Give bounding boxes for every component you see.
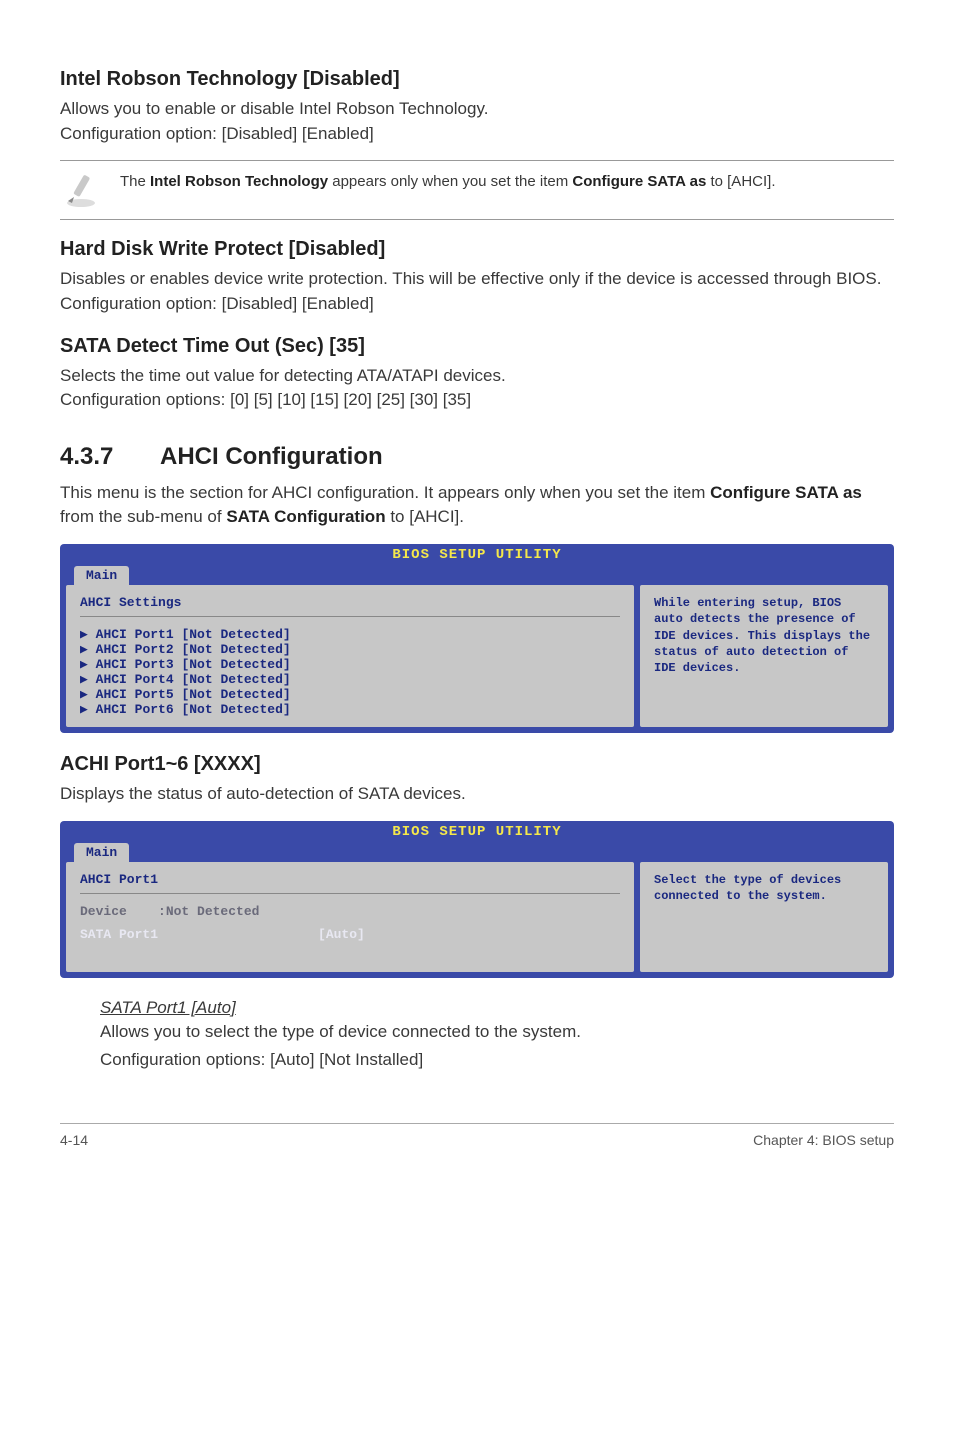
- para-intel-robson: Allows you to enable or disable Intel Ro…: [60, 97, 894, 146]
- bios-left-panel: AHCI Port1 Device :Not Detected SATA Por…: [66, 862, 634, 972]
- text: The: [120, 173, 150, 190]
- chapter-label: Chapter 4: BIOS setup: [753, 1132, 894, 1148]
- para-achi-port: Displays the status of auto-detection of…: [60, 782, 894, 807]
- heading-ahci-config: 4.3.7AHCI Configuration: [60, 443, 894, 471]
- heading-sata-detect: SATA Detect Time Out (Sec) [35]: [60, 335, 894, 358]
- triangle-right-icon: ▶: [80, 642, 96, 657]
- heading-achi-port: ACHI Port1~6 [XXXX]: [60, 753, 894, 776]
- triangle-right-icon: ▶: [80, 702, 96, 717]
- text-bold: Configure SATA as: [710, 483, 862, 502]
- bios-title: BIOS SETUP UTILITY: [60, 544, 894, 563]
- triangle-right-icon: ▶: [80, 657, 96, 672]
- triangle-right-icon: ▶: [80, 687, 96, 702]
- text: Configuration options: [0] [5] [10] [15]…: [60, 390, 471, 409]
- bios-left-panel: AHCI Settings ▶ AHCI Port1 [Not Detected…: [66, 585, 634, 727]
- para-hd-write-protect: Disables or enables device write protect…: [60, 267, 894, 316]
- bios-menu-item: ▶ AHCI Port1 [Not Detected]: [80, 627, 620, 642]
- text: from the sub-menu of: [60, 507, 226, 526]
- text: Allows you to enable or disable Intel Ro…: [60, 99, 488, 118]
- note-box: The Intel Robson Technology appears only…: [60, 160, 894, 220]
- note-text: The Intel Robson Technology appears only…: [120, 171, 775, 192]
- bios-menu-item: ▶ AHCI Port2 [Not Detected]: [80, 642, 620, 657]
- section-title: AHCI Configuration: [160, 443, 383, 470]
- text: AHCI Port6 [Not Detected]: [96, 702, 291, 717]
- text: AHCI Port4 [Not Detected]: [96, 672, 291, 687]
- bios-title: BIOS SETUP UTILITY: [60, 821, 894, 840]
- text: This menu is the section for AHCI config…: [60, 483, 710, 502]
- bios-tab-row: Main: [60, 563, 894, 585]
- bios-menu-item: ▶ AHCI Port5 [Not Detected]: [80, 687, 620, 702]
- divider: [80, 616, 620, 617]
- bios-menu-item: ▶ AHCI Port4 [Not Detected]: [80, 672, 620, 687]
- text: SATA Port1: [80, 927, 158, 942]
- bios-tab-main: Main: [74, 566, 129, 585]
- text-bold: Intel Robson Technology: [150, 173, 328, 190]
- bios-selected-row: SATA Port1 [Auto]: [80, 927, 620, 942]
- text-bold: SATA Configuration: [226, 507, 385, 526]
- text: AHCI Port1 [Not Detected]: [96, 627, 291, 642]
- bios-menu-item: ▶ AHCI Port3 [Not Detected]: [80, 657, 620, 672]
- page-footer: 4-14 Chapter 4: BIOS setup: [60, 1123, 894, 1148]
- text: Configuration option: [Disabled] [Enable…: [60, 124, 374, 143]
- bios-help-panel: While entering setup, BIOS auto detects …: [640, 585, 888, 727]
- para-ahci-config: This menu is the section for AHCI config…: [60, 481, 894, 530]
- text: AHCI Port5 [Not Detected]: [96, 687, 291, 702]
- bios-panel-heading: AHCI Settings: [80, 595, 620, 610]
- heading-hd-write-protect: Hard Disk Write Protect [Disabled]: [60, 238, 894, 261]
- heading-intel-robson: Intel Robson Technology [Disabled]: [60, 68, 894, 91]
- triangle-right-icon: ▶: [80, 627, 96, 642]
- text: AHCI Port2 [Not Detected]: [96, 642, 291, 657]
- bios-screenshot-ahci-port1: BIOS SETUP UTILITY Main AHCI Port1 Devic…: [60, 821, 894, 978]
- bios-menu-item: ▶ AHCI Port6 [Not Detected]: [80, 702, 620, 717]
- text: appears only when you set the item: [328, 173, 572, 190]
- text: AHCI Port3 [Not Detected]: [96, 657, 291, 672]
- divider: [80, 893, 620, 894]
- bios-tab-row: Main: [60, 840, 894, 862]
- text: Selects the time out value for detecting…: [60, 366, 506, 385]
- text: to [AHCI].: [386, 507, 464, 526]
- para-sata-port1-1: Allows you to select the type of device …: [100, 1020, 894, 1045]
- section-number: 4.3.7: [60, 443, 160, 471]
- bios-screenshot-ahci-settings: BIOS SETUP UTILITY Main AHCI Settings ▶ …: [60, 544, 894, 733]
- bios-device-row: Device :Not Detected: [80, 904, 620, 919]
- bios-panel-heading: AHCI Port1: [80, 872, 620, 887]
- text: [Auto]: [318, 927, 365, 942]
- pencil-note-icon: [60, 171, 102, 209]
- triangle-right-icon: ▶: [80, 672, 96, 687]
- para-sata-detect: Selects the time out value for detecting…: [60, 364, 894, 413]
- text-bold: Configure SATA as: [572, 173, 706, 190]
- sub-heading-sata-port1: SATA Port1 [Auto]: [100, 998, 894, 1018]
- bios-tab-main: Main: [74, 843, 129, 862]
- para-sata-port1-2: Configuration options: [Auto] [Not Insta…: [100, 1048, 894, 1073]
- text: to [AHCI].: [706, 173, 775, 190]
- bios-help-panel: Select the type of devices connected to …: [640, 862, 888, 972]
- page-number: 4-14: [60, 1132, 88, 1148]
